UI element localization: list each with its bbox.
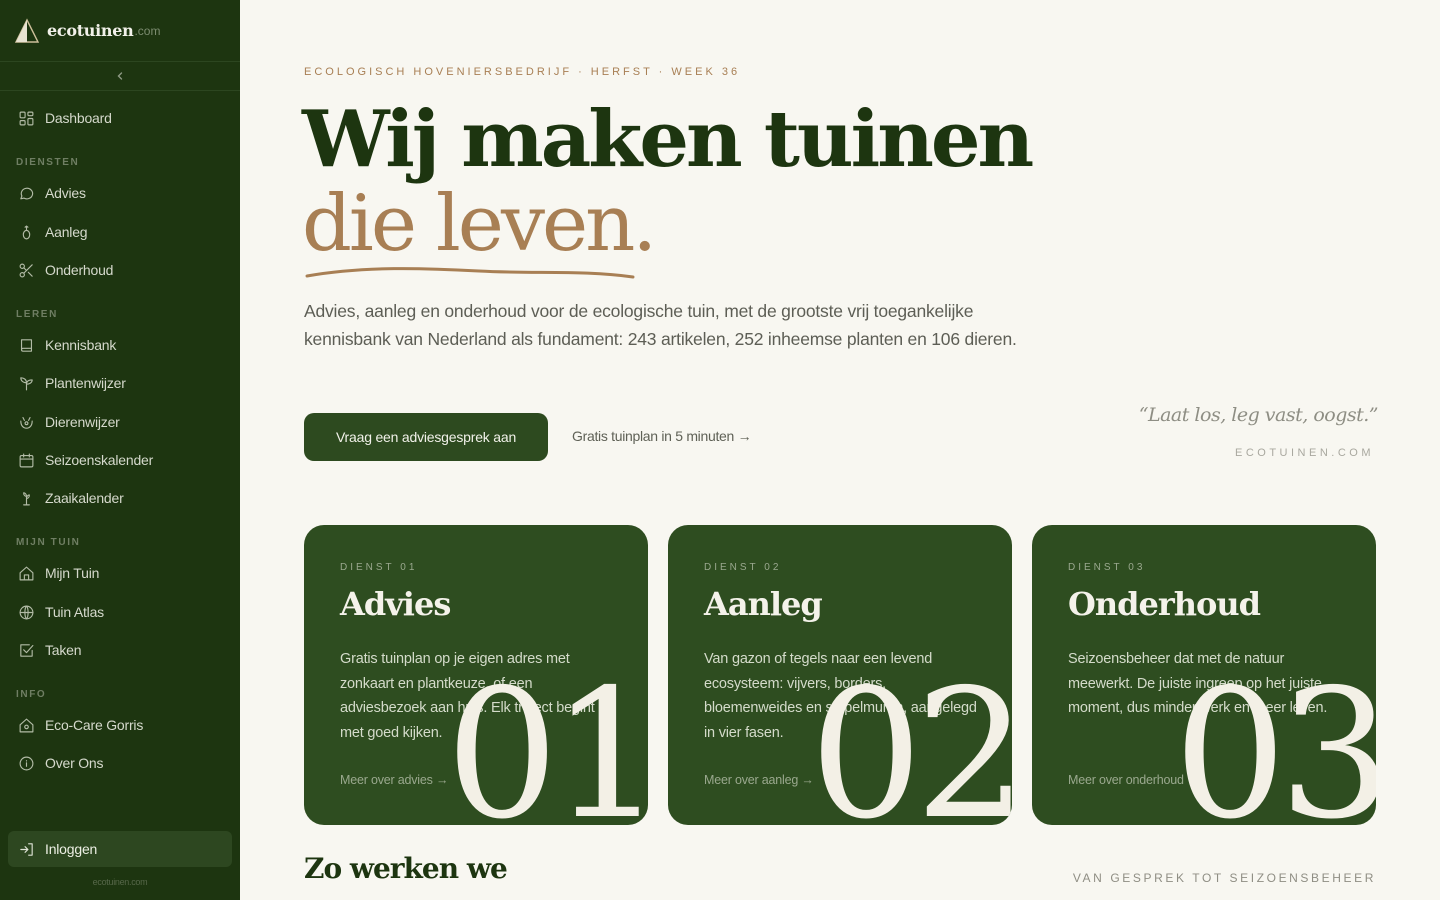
- hero-intro: Advies, aanleg en onderhoud voor de ecol…: [304, 301, 1017, 349]
- brand-logo[interactable]: ecotuinen .com: [0, 0, 240, 62]
- sidebar: ecotuinen .com Dashboard DIENSTEN Advies…: [0, 0, 240, 900]
- sprout-icon: [20, 376, 33, 390]
- globe-icon: [19, 605, 34, 619]
- sidebar-item-onderhoud[interactable]: Onderhoud: [8, 252, 232, 288]
- plant-icon: [23, 491, 30, 505]
- info-icon: [19, 756, 34, 770]
- sidebar-item-zaaikalender[interactable]: Zaaikalender: [8, 480, 232, 516]
- sidebar-item-taken[interactable]: Taken: [8, 632, 232, 668]
- card-title: Advies: [340, 585, 451, 623]
- process-subtitle: VAN GESPREK TOT SEIZOENSBEHEER: [1072, 871, 1376, 885]
- card-eyebrow: DIENST 02: [704, 562, 782, 573]
- sidebar-item-over-ons[interactable]: Over Ons: [8, 745, 232, 781]
- seed-icon: [22, 225, 31, 239]
- service-card-onderhoud[interactable]: DIENST 03 Onderhoud Seizoensbeheer dat m…: [1032, 525, 1376, 825]
- sidebar-item-label: Dierenwijzer: [45, 414, 120, 430]
- sidebar-item-label: Onderhoud: [45, 262, 114, 278]
- sidebar-item-dashboard[interactable]: Dashboard: [8, 100, 232, 136]
- squiggle-underline: [305, 267, 635, 279]
- collapse-sidebar-button[interactable]: [0, 62, 240, 91]
- sidebar-item-seizoenskalender[interactable]: Seizoenskalender: [8, 442, 232, 478]
- sidebar-footer: ecotuinen.com: [92, 877, 148, 887]
- card-number: 01: [445, 651, 649, 826]
- card-title: Aanleg: [704, 585, 823, 623]
- sidebar-item-label: Eco-Care Gorris: [45, 717, 144, 733]
- process-title: Zo werken we: [304, 852, 508, 885]
- service-card-aanleg[interactable]: DIENST 02 Aanleg Van gazon of tegels naa…: [668, 525, 1012, 825]
- login-button[interactable]: Inloggen: [8, 831, 232, 867]
- scissors-icon: [19, 263, 33, 277]
- sidebar-item-label: Tuin Atlas: [45, 604, 104, 620]
- login-label: Inloggen: [45, 841, 98, 857]
- hero-title-line-2: die leven.: [302, 179, 657, 269]
- sidebar-item-label: Zaaikalender: [45, 490, 124, 506]
- hero-eyebrow: ECOLOGISCH HOVENIERSBEDRIJF · HERFST · W…: [304, 66, 741, 78]
- card-number: 02: [809, 651, 1013, 826]
- checkbox-icon: [20, 643, 34, 657]
- card-link-aanleg[interactable]: Meer over aanleg →: [704, 773, 814, 787]
- sidebar-item-mijn-tuin[interactable]: Mijn Tuin: [8, 555, 232, 591]
- house-shield-icon: [19, 718, 34, 732]
- sidebar-item-label: Seizoenskalender: [45, 452, 154, 468]
- sidebar-item-plantenwijzer[interactable]: Plantenwijzer: [8, 365, 232, 401]
- sidebar-item-kennisbank[interactable]: Kennisbank: [8, 327, 232, 363]
- sidebar-item-tuin-atlas[interactable]: Tuin Atlas: [8, 594, 232, 630]
- login-icon: [20, 842, 33, 856]
- grid-icon: [19, 111, 34, 125]
- chat-icon: [20, 187, 34, 199]
- section-heading-leren: LEREN: [16, 309, 58, 320]
- sidebar-item-label: Taken: [45, 642, 82, 658]
- quote-source: ECOTUINEN.COM: [1235, 447, 1374, 459]
- sidebar-item-aanleg[interactable]: Aanleg: [8, 214, 232, 250]
- calendar-icon: [19, 453, 34, 467]
- sidebar-item-label: Dashboard: [45, 110, 112, 126]
- sidebar-item-label: Aanleg: [45, 224, 88, 240]
- chevron-left-icon: [117, 72, 123, 80]
- card-number: 03: [1173, 651, 1377, 826]
- section-heading-mijn-tuin: MIJN TUIN: [16, 537, 81, 548]
- sidebar-item-label: Kennisbank: [45, 337, 117, 353]
- sidebar-item-label: Advies: [45, 185, 86, 201]
- home-icon: [19, 566, 34, 580]
- card-eyebrow: DIENST 03: [1068, 562, 1146, 573]
- book-icon: [20, 338, 33, 352]
- logo-icon: [14, 17, 40, 43]
- animal-icon: [20, 416, 33, 429]
- brand-tld: .com: [134, 23, 161, 38]
- service-card-advies[interactable]: DIENST 01 Advies Gratis tuinplan op je e…: [304, 525, 648, 825]
- sidebar-item-advies[interactable]: Advies: [8, 175, 232, 211]
- card-eyebrow: DIENST 01: [340, 562, 418, 573]
- sidebar-item-label: Mijn Tuin: [45, 565, 100, 581]
- sidebar-item-label: Plantenwijzer: [45, 375, 126, 391]
- section-heading-info: INFO: [16, 689, 47, 700]
- sidebar-item-dierenwijzer[interactable]: Dierenwijzer: [8, 404, 232, 440]
- free-garden-plan-link[interactable]: Gratis tuinplan in 5 minuten →: [572, 428, 752, 444]
- hero-quote: “Laat los, leg vast, oogst.”: [1138, 404, 1379, 426]
- section-heading-diensten: DIENSTEN: [16, 157, 80, 168]
- sidebar-item-label: Over Ons: [45, 755, 104, 771]
- advice-request-button[interactable]: Vraag een adviesgesprek aan: [304, 413, 548, 461]
- card-title: Onderhoud: [1068, 585, 1261, 623]
- card-link-advies[interactable]: Meer over advies →: [340, 773, 448, 787]
- hero-title-line-1: Wij maken tuinen: [302, 94, 1034, 185]
- brand-name: ecotuinen: [47, 21, 134, 40]
- sidebar-item-eco-care-gorris[interactable]: Eco-Care Gorris: [8, 707, 232, 743]
